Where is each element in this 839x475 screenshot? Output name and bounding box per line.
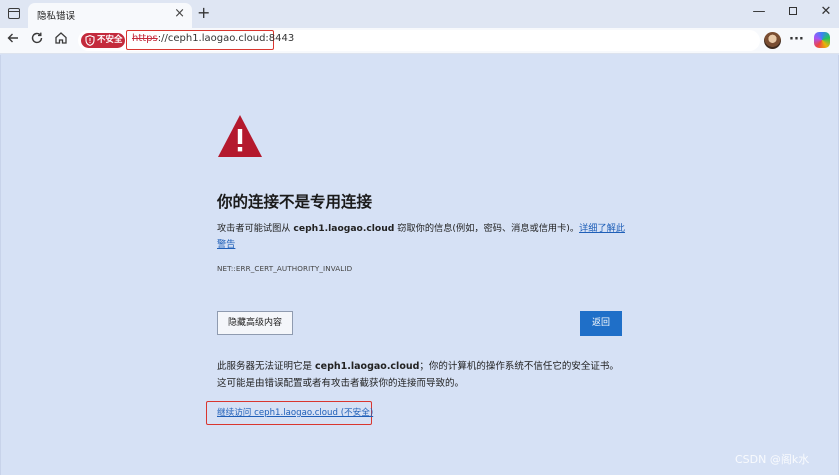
tab-title: 隐私错误 xyxy=(37,11,76,22)
url-host: ://ceph1.laogao.cloud:8443 xyxy=(157,33,295,44)
hide-advanced-button[interactable]: 隐藏高级内容 xyxy=(217,311,293,335)
minimize-icon[interactable]: — xyxy=(750,4,768,20)
warning-triangle-icon xyxy=(218,115,262,157)
desc-prefix: 攻击者可能试图从 xyxy=(217,223,294,234)
url-text[interactable]: https://ceph1.laogao.cloud:8443 xyxy=(132,33,294,44)
security-badge[interactable]: 不安全 xyxy=(81,33,125,48)
advanced-details: 此服务器无法证明它是 ceph1.laogao.cloud；你的计算机的操作系统… xyxy=(217,358,627,392)
browser-toolbar: 不安全 https://ceph1.laogao.cloud:8443 ☆ xyxy=(0,28,839,54)
return-button[interactable]: 返回 xyxy=(580,311,622,336)
reload-icon[interactable] xyxy=(27,31,47,51)
window-close-icon[interactable]: ✕ xyxy=(817,4,835,20)
maximize-icon[interactable] xyxy=(784,4,802,20)
new-tab-icon[interactable]: + xyxy=(197,3,210,23)
desc-middle: 窃取你的信息(例如，密码、消息或信用卡)。 xyxy=(394,223,580,234)
proceed-unsafe-link[interactable]: 继续访问 ceph1.laogao.cloud (不安全) xyxy=(217,406,373,418)
copilot-icon[interactable] xyxy=(814,32,830,48)
address-bar[interactable]: 不安全 https://ceph1.laogao.cloud:8443 ☆ xyxy=(78,30,827,51)
profile-avatar[interactable] xyxy=(764,32,781,49)
details-host: ceph1.laogao.cloud xyxy=(315,361,420,372)
error-description: 攻击者可能试图从 ceph1.laogao.cloud 窃取你的信息(例如，密码… xyxy=(217,221,625,253)
tab-close-icon[interactable]: × xyxy=(174,5,185,23)
tab-strip: 隐私错误 × + — ✕ xyxy=(0,0,839,28)
shield-warning-icon xyxy=(85,35,95,46)
details-prefix: 此服务器无法证明它是 xyxy=(217,361,316,372)
security-label: 不安全 xyxy=(97,35,123,45)
home-icon[interactable] xyxy=(51,31,71,51)
tab-actions-icon[interactable] xyxy=(6,6,22,22)
error-code: NET::ERR_CERT_AUTHORITY_INVALID xyxy=(217,264,353,273)
error-page: 你的连接不是专用连接 攻击者可能试图从 ceph1.laogao.cloud 窃… xyxy=(0,55,839,475)
back-arrow-icon[interactable] xyxy=(3,31,23,51)
tab-active[interactable]: 隐私错误 × xyxy=(28,3,192,28)
desc-host: ceph1.laogao.cloud xyxy=(293,223,395,234)
url-scheme: https xyxy=(132,33,158,44)
more-menu-icon[interactable]: ··· xyxy=(789,30,804,50)
page-title: 你的连接不是专用连接 xyxy=(217,193,373,211)
watermark: CSDN @阁k水 xyxy=(735,453,810,466)
